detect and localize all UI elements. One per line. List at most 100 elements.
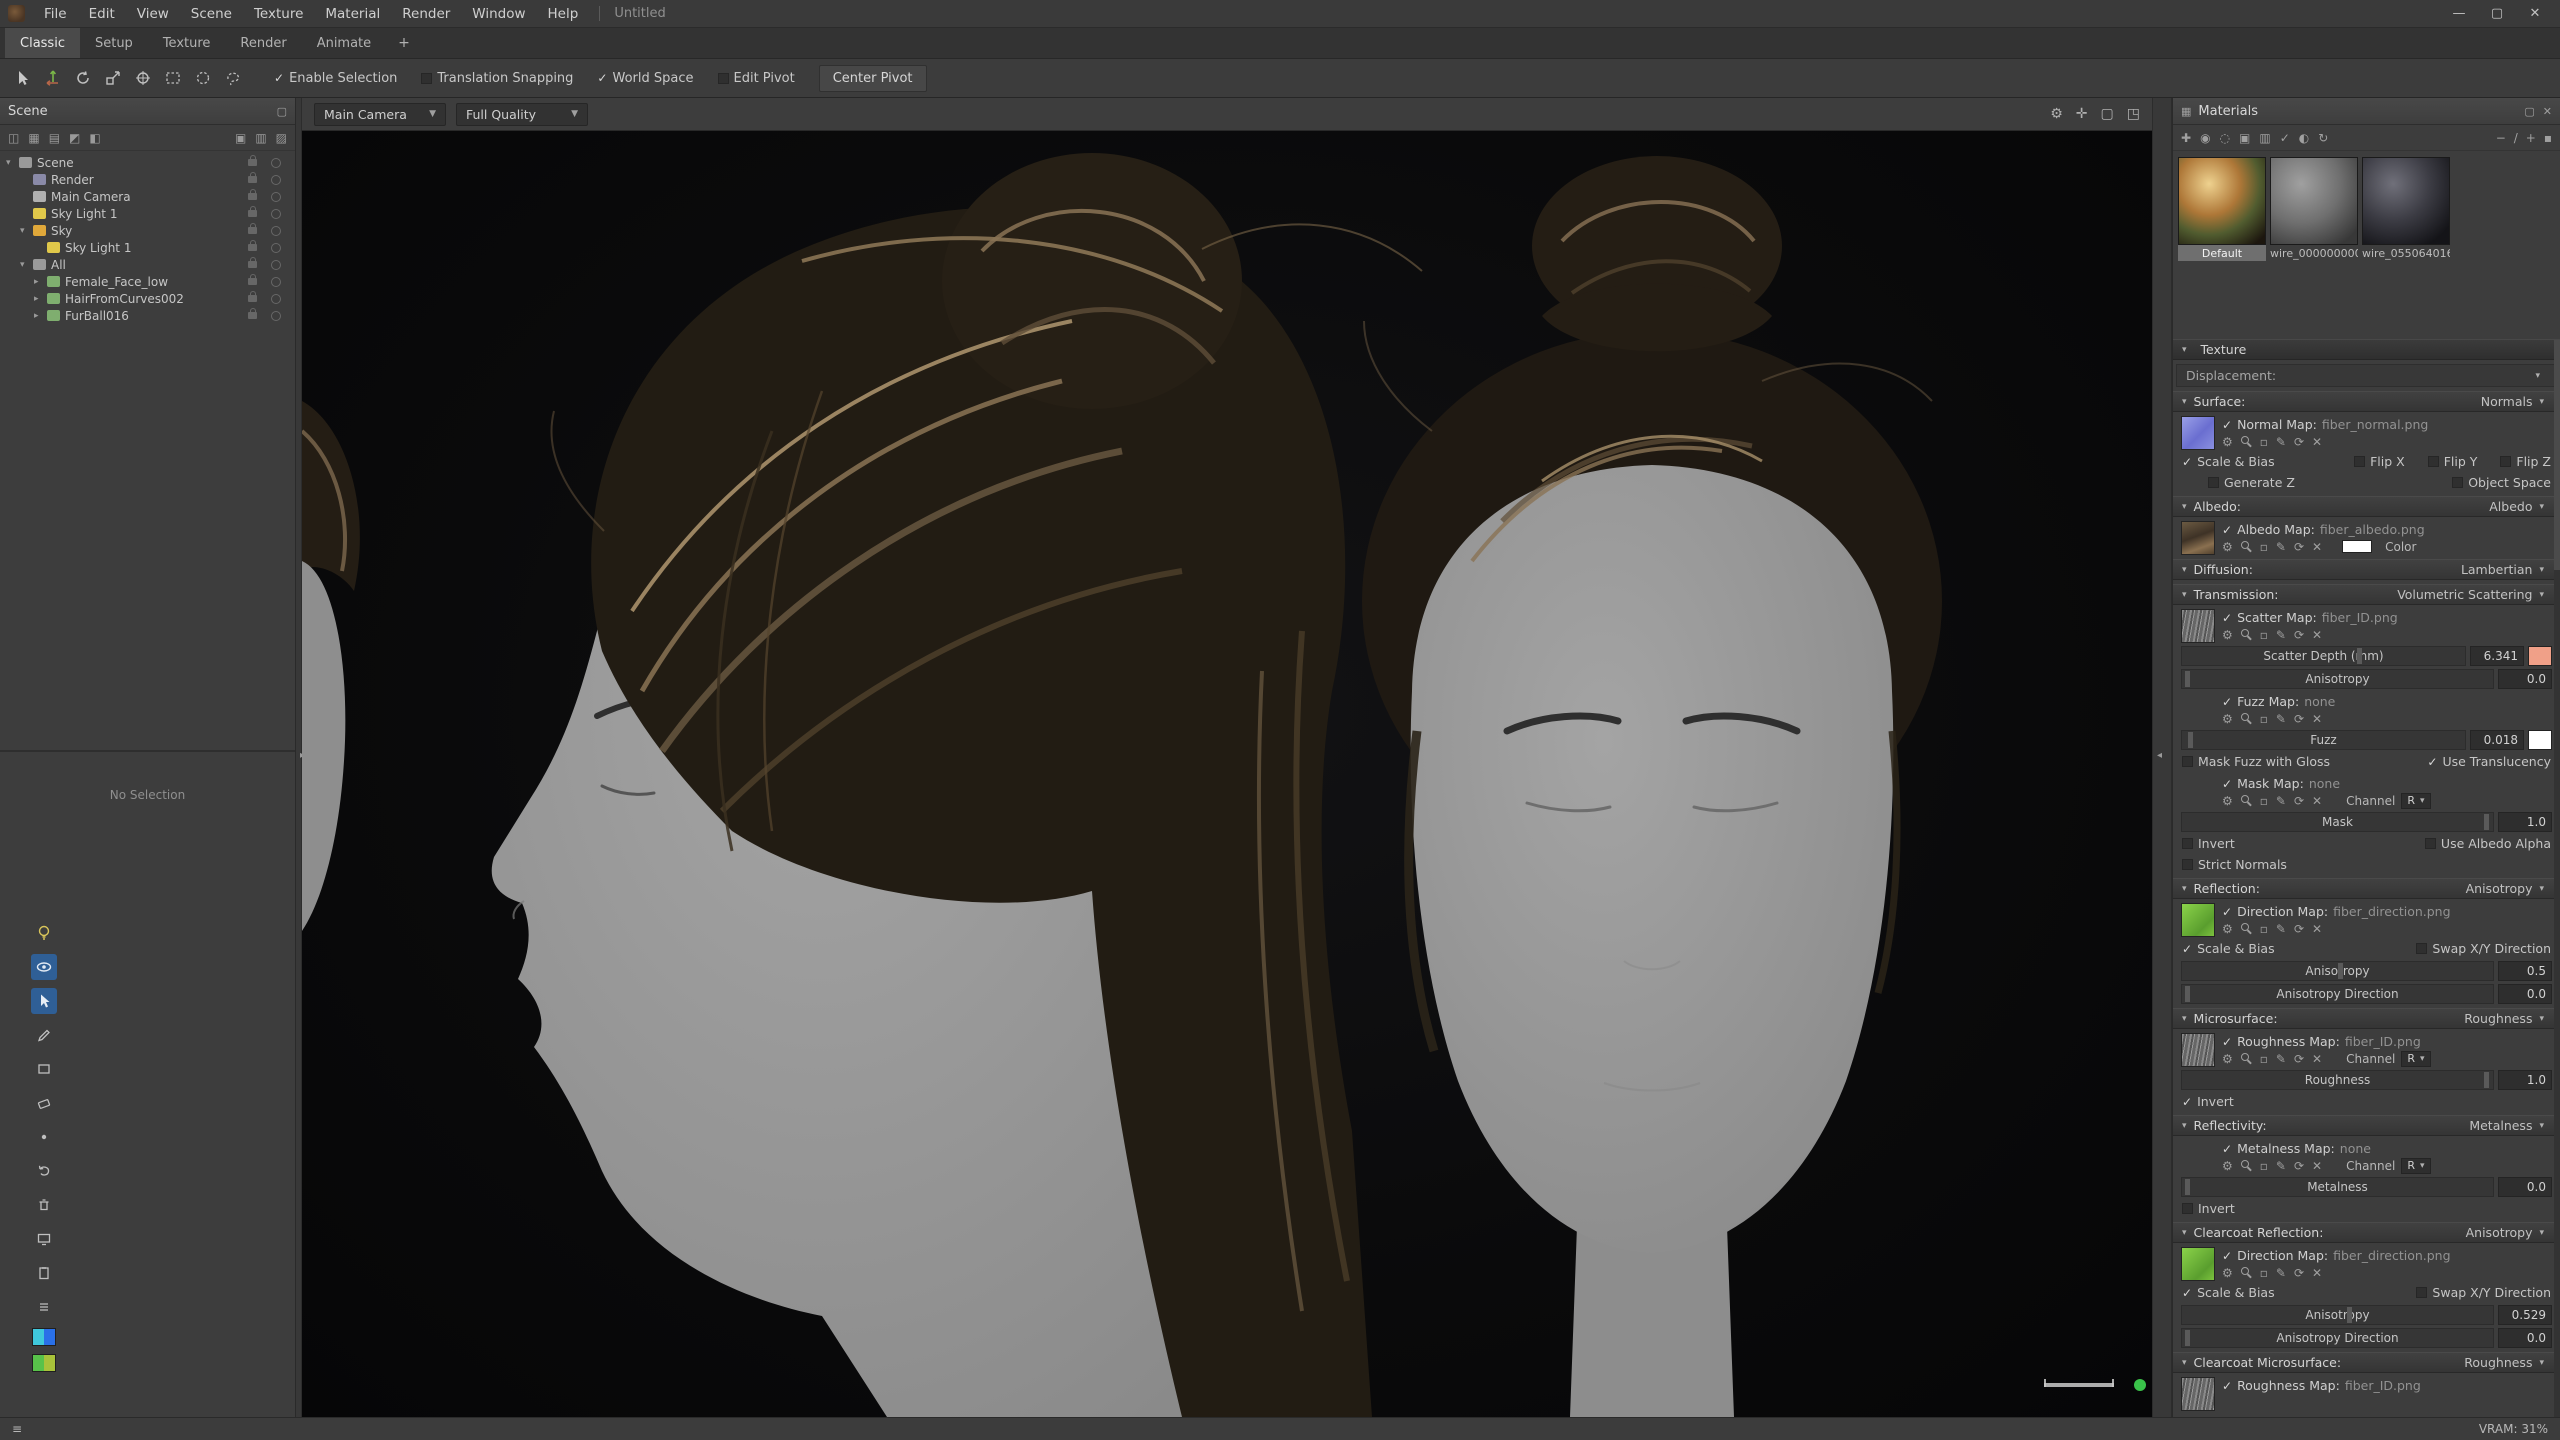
visibility-icon[interactable] — [271, 243, 281, 253]
map-uv-icon[interactable]: ▫ — [2260, 1053, 2268, 1065]
slider-handle[interactable] — [2484, 1072, 2489, 1088]
menu-file[interactable]: File — [33, 6, 78, 22]
map-reload-icon[interactable]: ⟳ — [2294, 1160, 2304, 1172]
expander-icon[interactable]: ▸ — [34, 311, 47, 321]
tree-item-sky-light-1-child[interactable]: Sky Light 1 — [0, 239, 295, 256]
scatter-map-thumbnail[interactable] — [2181, 609, 2215, 643]
menu-help[interactable]: Help — [537, 6, 590, 22]
map-reload-icon[interactable]: ⟳ — [2294, 629, 2304, 641]
map-clear-icon[interactable]: ✕ — [2312, 923, 2322, 935]
map-zoom-icon[interactable] — [2241, 541, 2252, 552]
map-settings-icon[interactable]: ⚙ — [2222, 713, 2233, 725]
map-clear-icon[interactable]: ✕ — [2312, 541, 2322, 553]
map-edit-icon[interactable]: ✎ — [2276, 923, 2286, 935]
viewport-settings-icon[interactable]: ⚙ — [2050, 106, 2063, 122]
albedo-color-swatch[interactable] — [2342, 540, 2372, 553]
checkbox-unchecked[interactable] — [2182, 859, 2193, 870]
checkbox-checked[interactable]: ✓ — [2427, 755, 2437, 769]
fuzz-slider[interactable]: Fuzz 0.018 — [2181, 730, 2552, 750]
filter-icon[interactable]: ▦ — [28, 131, 39, 145]
slider-handle[interactable] — [2357, 648, 2362, 664]
reflectivity-section-header[interactable]: ▾ Reflectivity: Metalness▾ — [2173, 1115, 2560, 1136]
checkbox-checked[interactable]: ✓ — [2222, 777, 2232, 791]
map-settings-icon[interactable]: ⚙ — [2222, 1267, 2233, 1279]
microsurface-section-header[interactable]: ▾ Microsurface: Roughness▾ — [2173, 1008, 2560, 1029]
edit-pivot-toggle[interactable]: Edit Pivot — [718, 71, 795, 86]
roughness-slider[interactable]: Roughness 1.0 — [2181, 1070, 2552, 1090]
checkbox-unchecked[interactable] — [2354, 456, 2365, 467]
panel-undock-icon[interactable]: ▢ — [2524, 105, 2534, 118]
map-settings-icon[interactable]: ⚙ — [2222, 1053, 2233, 1065]
map-edit-icon[interactable]: ✎ — [2276, 713, 2286, 725]
checkbox-unchecked[interactable] — [2182, 838, 2193, 849]
clearcoat-microsurface-section-header[interactable]: ▾ Clearcoat Microsurface: Roughness▾ — [2173, 1352, 2560, 1373]
expander-icon[interactable]: ▾ — [6, 158, 19, 168]
light-tool-icon[interactable] — [31, 920, 57, 946]
surface-mode-dropdown[interactable]: Normals▾ — [2481, 394, 2551, 409]
microsurface-mode-dropdown[interactable]: Roughness▾ — [2464, 1011, 2551, 1026]
expander-icon[interactable]: ▸ — [34, 294, 47, 304]
checkbox-checked[interactable]: ✓ — [2222, 418, 2232, 432]
clearcoat-microsurface-mode-dropdown[interactable]: Roughness▾ — [2464, 1355, 2551, 1370]
trash-icon[interactable] — [31, 1192, 57, 1218]
scatter-color-swatch[interactable] — [2528, 646, 2552, 666]
select-tool-icon[interactable] — [10, 65, 36, 91]
lock-icon[interactable] — [248, 295, 257, 302]
slider-handle[interactable] — [2185, 1330, 2190, 1346]
reflection-mode-dropdown[interactable]: Anisotropy▾ — [2466, 881, 2551, 896]
select-by-material-icon[interactable]: ◐ — [2299, 131, 2309, 145]
tab-render[interactable]: Render — [225, 28, 301, 58]
map-clear-icon[interactable]: ✕ — [2312, 713, 2322, 725]
clearcoat-direction-value[interactable]: 0.0 — [2498, 1328, 2552, 1348]
clearcoat-roughness-map-thumbnail[interactable] — [2181, 1377, 2215, 1411]
checkbox-checked[interactable]: ✓ — [2182, 455, 2192, 469]
reflection-section-header[interactable]: ▾ Reflection: Anisotropy▾ — [2173, 878, 2560, 899]
lock-icon[interactable] — [248, 227, 257, 234]
list-tool-icon[interactable] — [31, 1294, 57, 1320]
checkbox-checked[interactable]: ✓ — [2222, 1142, 2232, 1156]
lock-icon[interactable] — [248, 312, 257, 319]
transmission-anisotropy-value[interactable]: 0.0 — [2498, 669, 2552, 689]
tab-animate[interactable]: Animate — [302, 28, 386, 58]
clearcoat-anisotropy-slider[interactable]: Anisotropy 0.529 — [2181, 1305, 2552, 1325]
undo-icon[interactable] — [31, 1158, 57, 1184]
map-edit-icon[interactable]: ✎ — [2276, 1160, 2286, 1172]
menu-material[interactable]: Material — [314, 6, 391, 22]
right-splitter[interactable]: ◂ — [2152, 98, 2172, 1417]
map-clear-icon[interactable]: ✕ — [2312, 1160, 2322, 1172]
map-uv-icon[interactable]: ▫ — [2260, 541, 2268, 553]
status-menu-icon[interactable]: ≡ — [12, 1422, 22, 1436]
material-item-wire-055064016[interactable]: wire_055064016 — [2362, 157, 2450, 261]
thumb-size-minus-icon[interactable]: − — [2496, 131, 2506, 145]
thumb-size-plus-icon[interactable]: + — [2526, 131, 2536, 145]
eraser-tool-icon[interactable] — [31, 1090, 57, 1116]
map-settings-icon[interactable]: ⚙ — [2222, 795, 2233, 807]
clearcoat-anisotropy-value[interactable]: 0.529 — [2498, 1305, 2552, 1325]
lasso-select-icon[interactable] — [220, 65, 246, 91]
map-settings-icon[interactable]: ⚙ — [2222, 923, 2233, 935]
tab-texture[interactable]: Texture — [148, 28, 226, 58]
transmission-anisotropy-slider[interactable]: Anisotropy 0.0 — [2181, 669, 2552, 689]
checkbox-checked[interactable]: ✓ — [2182, 942, 2192, 956]
visibility-icon[interactable] — [271, 175, 281, 185]
tree-item-render[interactable]: Render — [0, 171, 295, 188]
slider-handle[interactable] — [2484, 814, 2489, 830]
materials-scrollbar[interactable] — [2554, 340, 2560, 1417]
map-settings-icon[interactable]: ⚙ — [2222, 541, 2233, 553]
new-folder-icon[interactable]: ▣ — [235, 131, 246, 145]
channel-select[interactable]: R▾ — [2401, 793, 2430, 809]
map-edit-icon[interactable]: ✎ — [2276, 1267, 2286, 1279]
map-edit-icon[interactable]: ✎ — [2276, 541, 2286, 553]
albedo-section-header[interactable]: ▾ Albedo: Albedo▾ — [2173, 496, 2560, 517]
viewport-canvas[interactable] — [302, 131, 2152, 1417]
lock-icon[interactable] — [248, 193, 257, 200]
duplicate-material-icon[interactable]: ◉ — [2200, 131, 2210, 145]
checkbox-unchecked[interactable] — [2500, 456, 2511, 467]
marquee-select-icon[interactable] — [160, 65, 186, 91]
clear-material-icon[interactable]: ◌ — [2220, 131, 2230, 145]
map-reload-icon[interactable]: ⟳ — [2294, 795, 2304, 807]
checkbox-checked[interactable]: ✓ — [2222, 1249, 2232, 1263]
tree-item-scene[interactable]: ▾ Scene — [0, 154, 295, 171]
clearcoat-reflection-mode-dropdown[interactable]: Anisotropy▾ — [2466, 1225, 2551, 1240]
checkbox-unchecked[interactable] — [2416, 943, 2427, 954]
